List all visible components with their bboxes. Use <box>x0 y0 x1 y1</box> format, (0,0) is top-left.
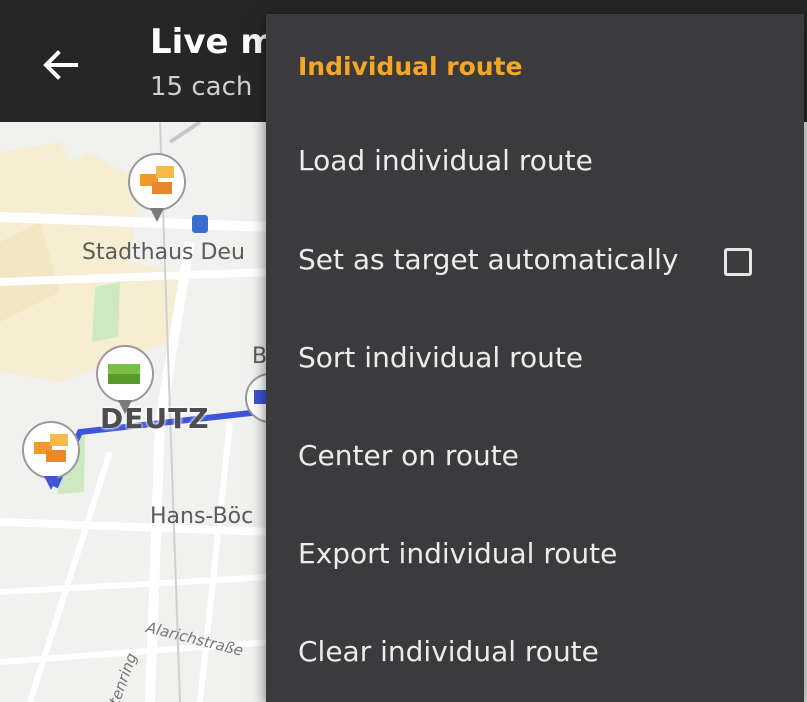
load-route-menu-item[interactable]: Load individual route <box>298 144 593 177</box>
sort-route-menu-item[interactable]: Sort individual route <box>298 341 583 374</box>
map-label-stadthaus: Stadthaus Deu <box>82 240 245 265</box>
center-route-menu-item[interactable]: Center on route <box>298 439 519 472</box>
map-label-hans: Hans-Böc <box>150 504 254 529</box>
clear-route-menu-item[interactable]: Clear individual route <box>298 635 599 668</box>
export-route-menu-item[interactable]: Export individual route <box>298 537 617 570</box>
back-arrow-icon[interactable] <box>36 40 86 90</box>
route-menu: Individual route Load individual route S… <box>266 14 804 702</box>
set-target-checkbox[interactable] <box>724 248 752 276</box>
page-subtitle: 15 cach <box>150 72 253 102</box>
menu-header: Individual route <box>298 52 523 81</box>
page-title: Live m <box>150 22 276 62</box>
set-target-menu-item[interactable]: Set as target automatically <box>298 243 678 276</box>
map-label-b: B <box>252 344 268 369</box>
